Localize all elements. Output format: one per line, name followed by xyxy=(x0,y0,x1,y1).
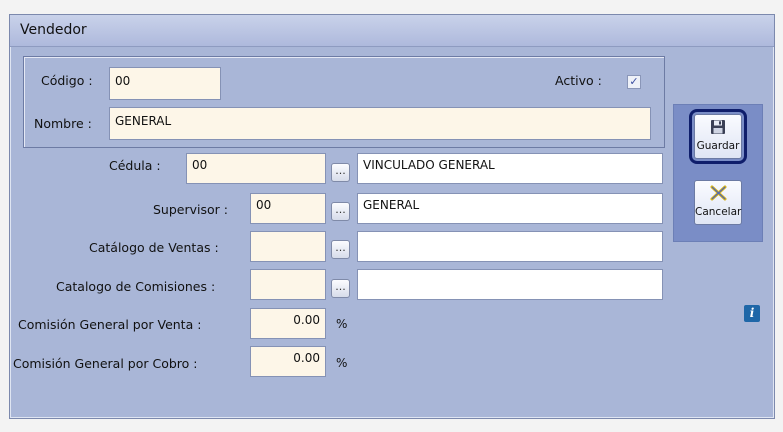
supervisor-label: Supervisor : xyxy=(153,202,228,217)
cross-icon xyxy=(695,185,741,205)
catalogo-comisiones-lookup-button[interactable]: ... xyxy=(331,279,350,298)
vendedor-window: Vendedor Código : 00 Activo : ✓ Nombre :… xyxy=(9,14,775,419)
guardar-button[interactable]: Guardar xyxy=(689,109,747,164)
comision-cobro-percent: % xyxy=(336,356,348,370)
cancelar-label: Cancelar xyxy=(695,206,742,218)
codigo-input[interactable]: 00 xyxy=(109,67,221,100)
catalogo-ventas-description-field xyxy=(357,231,663,262)
comision-cobro-label: Comisión General por Cobro : xyxy=(13,356,198,371)
codigo-label: Código : xyxy=(41,73,93,88)
catalogo-comisiones-label: Catalogo de Comisiones : xyxy=(56,279,216,294)
action-button-panel: Guardar Cancelar xyxy=(673,104,763,242)
comision-venta-percent: % xyxy=(336,317,348,331)
cedula-description-field: VINCULADO GENERAL xyxy=(357,153,663,184)
identity-group-frame: Código : 00 Activo : ✓ Nombre : GENERAL xyxy=(23,56,665,148)
info-icon[interactable]: i xyxy=(744,305,760,322)
catalogo-comisiones-input[interactable] xyxy=(250,269,326,300)
cedula-lookup-button[interactable]: ... xyxy=(331,163,350,182)
supervisor-lookup-button[interactable]: ... xyxy=(331,202,350,221)
floppy-disk-icon xyxy=(695,119,741,139)
supervisor-input[interactable]: 00 xyxy=(250,193,326,224)
comision-venta-label: Comisión General por Venta : xyxy=(18,317,202,332)
catalogo-ventas-lookup-button[interactable]: ... xyxy=(331,240,350,259)
title-bar: Vendedor xyxy=(10,15,774,47)
comision-venta-input[interactable]: 0.00 xyxy=(250,308,326,339)
window-title: Vendedor xyxy=(20,22,87,38)
cancelar-button[interactable]: Cancelar xyxy=(694,180,742,225)
catalogo-comisiones-description-field xyxy=(357,269,663,300)
cedula-label: Cédula : xyxy=(109,158,161,173)
nombre-label: Nombre : xyxy=(34,116,92,131)
nombre-input[interactable]: GENERAL xyxy=(109,107,651,140)
catalogo-ventas-input[interactable] xyxy=(250,231,326,262)
activo-checkbox[interactable]: ✓ xyxy=(627,75,641,89)
supervisor-description-field: GENERAL xyxy=(357,193,663,224)
cedula-input[interactable]: 00 xyxy=(186,153,326,184)
activo-label: Activo : xyxy=(555,73,602,88)
catalogo-ventas-label: Catálogo de Ventas : xyxy=(89,240,219,255)
comision-cobro-input[interactable]: 0.00 xyxy=(250,346,326,377)
guardar-label: Guardar xyxy=(696,140,740,152)
